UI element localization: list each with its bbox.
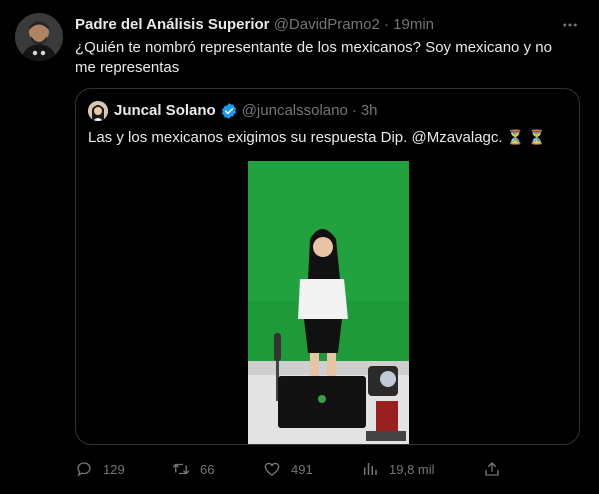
views-count: 19,8 mil: [389, 461, 435, 477]
author-avatar[interactable]: [15, 13, 63, 61]
more-icon[interactable]: [559, 14, 581, 36]
quoted-time[interactable]: 3h: [361, 101, 378, 121]
quoted-tweet[interactable]: Juncal Solano @juncalssolano · 3h Las y …: [75, 88, 580, 445]
tweet-time[interactable]: 19min: [393, 16, 434, 33]
hourglass-emoji: ⏳ ⏳: [506, 129, 546, 145]
action-bar: 129 66 491 19,8 mil: [75, 458, 515, 480]
quoted-text: Las y los mexicanos exigimos su respuest…: [88, 129, 503, 146]
quoted-author-handle[interactable]: @juncalssolano: [242, 101, 348, 121]
quoted-header: Juncal Solano @juncalssolano · 3h: [114, 101, 378, 121]
separator-dot: ·: [351, 102, 357, 119]
retweet-button[interactable]: 66: [172, 458, 214, 480]
verified-badge-icon: [220, 102, 238, 120]
like-icon: [264, 462, 280, 476]
quoted-author-avatar[interactable]: [88, 101, 108, 121]
tweet-text: ¿Quién te nombró representante de los me…: [75, 39, 552, 76]
share-button[interactable]: [483, 458, 501, 480]
author-handle[interactable]: @DavidPramo2: [274, 16, 380, 33]
retweet-icon: [172, 463, 190, 475]
reply-count: 129: [103, 461, 125, 477]
separator-dot: ·: [383, 16, 389, 33]
retweet-count: 66: [200, 461, 215, 477]
tweet[interactable]: Padre del Análisis Superior @DavidPramo2…: [0, 0, 599, 494]
quoted-text-line: Las y los mexicanos exigimos su respuest…: [88, 127, 568, 148]
views-icon: [364, 463, 377, 475]
views-button[interactable]: 19,8 mil: [361, 458, 435, 480]
quoted-author-name[interactable]: Juncal Solano: [114, 101, 216, 121]
tweet-header: Padre del Análisis Superior @DavidPramo2…: [75, 15, 559, 35]
like-button[interactable]: 491: [263, 458, 313, 480]
like-count: 491: [291, 461, 313, 477]
video-thumbnail[interactable]: [248, 161, 409, 444]
reply-icon: [77, 462, 91, 477]
author-name[interactable]: Padre del Análisis Superior: [75, 16, 270, 33]
share-icon: [485, 462, 499, 476]
reply-button[interactable]: 129: [75, 458, 125, 480]
